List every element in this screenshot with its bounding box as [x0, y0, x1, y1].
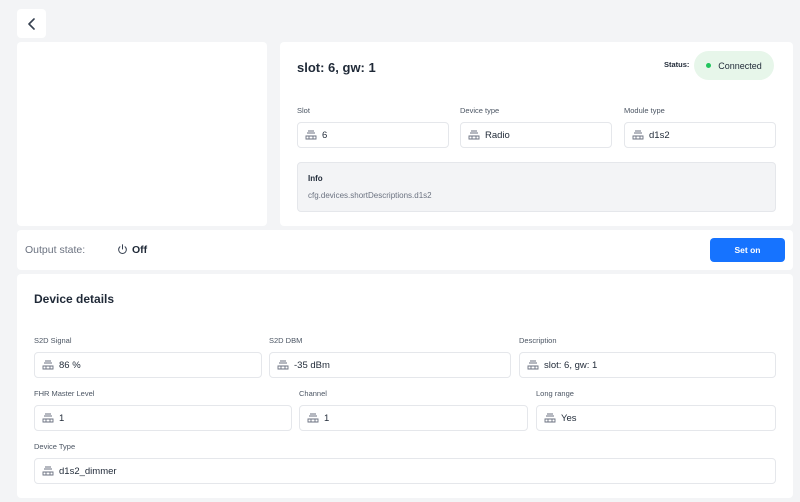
device-icon — [527, 360, 539, 370]
device-icon — [277, 360, 289, 370]
status-badge: Connected — [694, 51, 774, 80]
s2d-signal-value: 86 % — [59, 359, 81, 371]
s2d-signal-field: 86 % — [34, 352, 262, 378]
channel-label: Channel — [299, 389, 327, 398]
device-icon — [544, 413, 556, 423]
device-image-panel — [17, 42, 267, 226]
module-type-value: d1s2 — [649, 129, 670, 141]
device-summary-card: slot: 6, gw: 1 Status: Connected Slot 6 … — [280, 42, 793, 226]
info-title: Info — [308, 174, 323, 183]
status-dot-icon — [706, 63, 712, 68]
s2d-dbm-field: -35 dBm — [269, 352, 511, 378]
module-type-label: Module type — [624, 106, 665, 115]
device-icon — [42, 360, 54, 370]
device-icon — [307, 413, 319, 423]
description-label: Description — [519, 336, 557, 345]
device-type-value: Radio — [485, 129, 510, 141]
info-box: Info cfg.devices.shortDescriptions.d1s2 — [297, 162, 776, 212]
long-range-field: Yes — [536, 405, 776, 431]
device-title: slot: 6, gw: 1 — [297, 60, 376, 75]
slot-label: Slot — [297, 106, 310, 115]
fhr-master-level-field: 1 — [34, 405, 292, 431]
long-range-value: Yes — [561, 412, 577, 424]
fhr-master-level-value: 1 — [59, 412, 65, 424]
s2d-dbm-value: -35 dBm — [294, 359, 330, 371]
device-type-field: Radio — [460, 122, 612, 148]
module-type-field: d1s2 — [624, 122, 776, 148]
power-icon — [118, 244, 127, 254]
device-type-detail-field: d1s2_dimmer — [34, 458, 776, 484]
output-state-label: Output state: — [25, 244, 86, 256]
output-state-bar: Output state: Off Set on — [17, 230, 793, 270]
device-details-title: Device details — [34, 292, 115, 306]
channel-value: 1 — [324, 412, 330, 424]
device-type-label: Device type — [460, 106, 500, 115]
output-state-value: Off — [132, 244, 148, 256]
device-icon — [42, 466, 54, 476]
status-value: Connected — [718, 60, 762, 71]
device-icon — [468, 130, 480, 140]
description-field: slot: 6, gw: 1 — [519, 352, 776, 378]
set-on-button[interactable]: Set on — [710, 238, 785, 262]
device-icon — [305, 130, 317, 140]
device-icon — [42, 413, 54, 423]
channel-field: 1 — [299, 405, 528, 431]
slot-field: 6 — [297, 122, 449, 148]
chevron-left-icon — [27, 17, 35, 30]
device-details-card: Device details S2D Signal 86 % S2D DBM -… — [17, 274, 793, 498]
description-value: slot: 6, gw: 1 — [544, 359, 598, 371]
status-label: Status: — [664, 60, 690, 69]
long-range-label: Long range — [536, 389, 574, 398]
back-button[interactable] — [17, 9, 46, 38]
slot-value: 6 — [322, 129, 328, 141]
fhr-master-level-label: FHR Master Level — [34, 389, 95, 398]
device-type-detail-value: d1s2_dimmer — [59, 465, 117, 477]
s2d-dbm-label: S2D DBM — [269, 336, 303, 345]
s2d-signal-label: S2D Signal — [34, 336, 72, 345]
info-text: cfg.devices.shortDescriptions.d1s2 — [308, 191, 432, 200]
device-type-detail-label: Device Type — [34, 442, 76, 451]
device-icon — [632, 130, 644, 140]
